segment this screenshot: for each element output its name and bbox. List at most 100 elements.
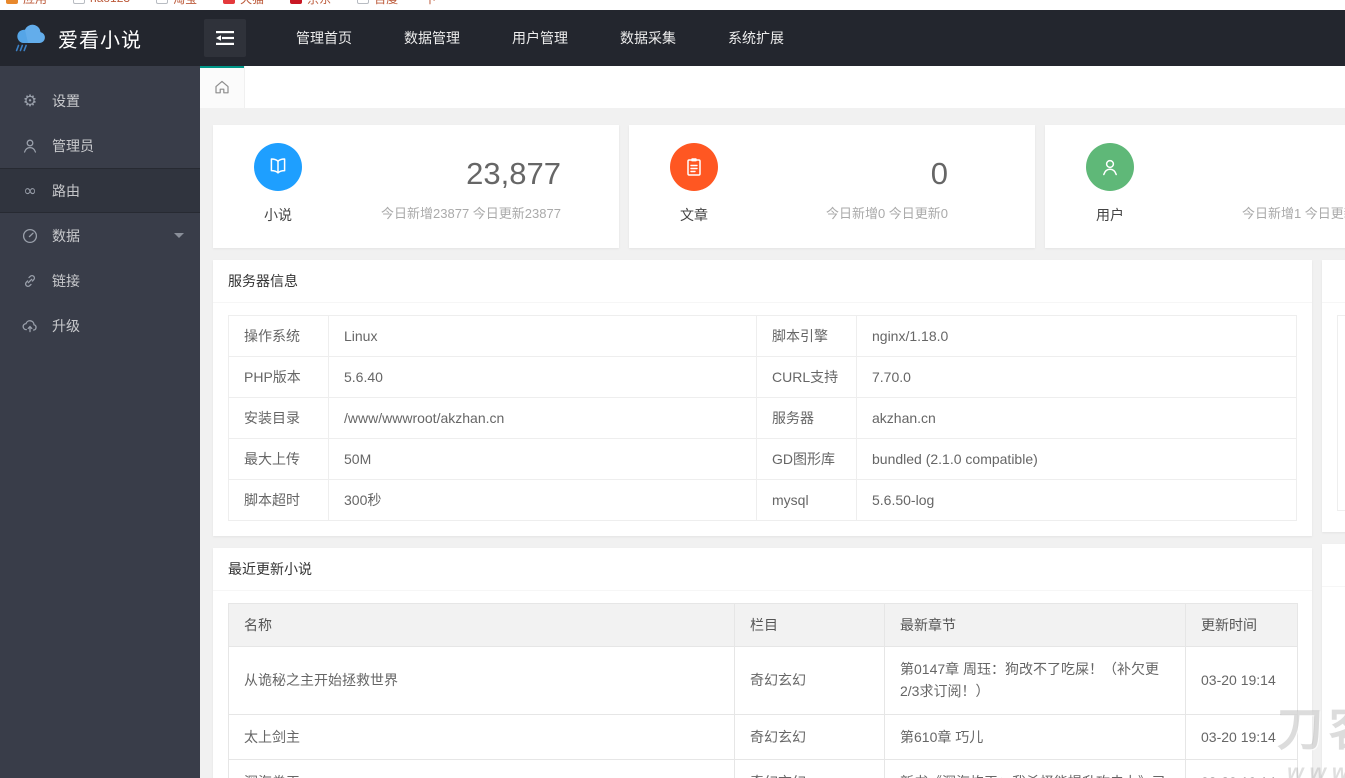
bookmark-label: 卞 [424,0,436,7]
bookmark-apps[interactable]: 应用 [6,0,47,7]
info-key: GD图形库 [756,438,857,480]
app-logo[interactable]: 爱看小说 [0,10,200,66]
sidebar-item-label: 路由 [52,182,80,199]
stat-value: 23,877 [466,155,561,191]
info-key: 安装目录 [228,397,329,439]
novel-name: 从诡秘之主开始拯救世界 [228,646,735,715]
novel-time: 03-20 19:14 [1185,713,1298,761]
bookmark-jd[interactable]: JD 京东 [290,0,331,7]
table-row: PHP版本 5.6.40 CURL支持 7.70.0 [228,356,1297,398]
stat-card-novels: 小说 23,877 今日新增23877 今日更新23877 [213,125,619,248]
info-key: 脚本超时 [228,479,329,521]
stat-label: 文章 [680,207,708,223]
info-value: akzhan.cn [856,397,1297,439]
table-row: 从诡秘之主开始拯救世界 奇幻玄幻 第0147章 周珏：狗改不了吃屎！（补欠更2/… [228,646,1298,715]
info-key: 脚本引擎 [756,315,857,357]
browser-bookmarks-bar: 应用 hao123 淘宝 天猫 JD 京东 百度 卞 [0,0,1345,10]
bookmark-label: 淘宝 [173,0,197,7]
sidebar-item-routes[interactable]: ∞ 路由 [0,168,200,213]
tab-bar [200,66,1345,108]
table-row: 最大上传 50M GD图形库 bundled (2.1.0 compatible… [228,438,1297,480]
novel-category: 奇幻玄幻 [734,646,885,715]
bookmark-label: 京东 [307,0,331,7]
table-row: 操作系统 Linux 脚本引擎 nginx/1.18.0 [228,315,1297,357]
info-value: nginx/1.18.0 [856,315,1297,357]
blank-favicon-icon [73,0,86,4]
gauge-icon [22,228,38,243]
infinity-icon: ∞ [23,181,37,200]
column-header-chapter: 最新章节 [884,603,1186,647]
novel-category: 奇幻玄幻 [734,759,885,778]
sidebar-item-label: 数据 [52,227,80,244]
info-key: 操作系统 [228,315,329,357]
panel-title: 最近更新小说 [213,548,1312,591]
panel-title: 服务器信息 [213,260,1312,303]
bookmark-baidu[interactable]: 百度 [357,0,398,7]
novel-name: 太上剑主 [228,713,735,761]
table-row: 太上剑主 奇幻玄幻 第610章 巧儿 03-20 19:14 [228,713,1298,761]
info-key: PHP版本 [228,356,329,398]
table-header-row: 名称 栏目 最新章节 更新时间 [228,603,1298,647]
sidebar-item-settings[interactable]: ⚙ 设置 [0,78,200,123]
sidebar-item-label: 升级 [52,317,80,334]
app-header: 爱看小说 管理首页 数据管理 用户管理 数据采集 系统扩展 [0,10,1345,66]
info-value: 5.6.50-log [856,479,1297,521]
info-value: 50M [328,438,757,480]
info-value: 5.6.40 [328,356,757,398]
top-nav: 管理首页 数据管理 用户管理 数据采集 系统扩展 [270,10,810,66]
nav-admin-home[interactable]: 管理首页 [270,10,378,66]
sidebar: ⚙ 设置 管理员 ∞ 路由 数据 链接 升级 [0,66,200,778]
nav-data-management[interactable]: 数据管理 [378,10,486,66]
sidebar-item-links[interactable]: 链接 [0,258,200,303]
jd-red-icon: JD [290,0,303,4]
stat-subtext: 今日新增23877 今日更新23877 [381,206,561,222]
novel-chapter: 第0147章 周珏：狗改不了吃屎！（补欠更2/3求订阅！） [884,646,1186,715]
tab-home[interactable] [200,66,245,108]
cloud-upload-icon [22,319,37,332]
stat-cards-row: 小说 23,877 今日新增23877 今日更新23877 文章 0 今日新增0… [213,125,1345,248]
right-panel-top [1322,260,1345,532]
stat-subtext: 今日新增1 今日更新1 [1241,206,1345,222]
blank-favicon-icon [156,0,169,4]
table-row: 深海拳王 奇幻玄幻 新书《深海炮王：我杀怪能提升攻击力》已 03-20 19:1… [228,759,1298,778]
bookmark-truncated[interactable]: 卞 [424,0,436,7]
sidebar-item-label: 链接 [52,272,80,289]
column-header-category: 栏目 [734,603,885,647]
tmall-red-icon [223,0,236,4]
bookmark-label: hao123 [90,0,130,5]
recent-novels-panel: 最近更新小说 名称 栏目 最新章节 更新时间 从诡秘之主开始拯救世界 奇幻玄幻 … [213,548,1312,778]
bookmark-tmall[interactable]: 天猫 [223,0,264,7]
bookmark-hao123[interactable]: hao123 [73,0,130,5]
info-value: bundled (2.1.0 compatible) [856,438,1297,480]
sidebar-item-label: 管理员 [52,137,94,154]
collapse-menu-icon[interactable] [204,19,246,57]
novel-category: 奇幻玄幻 [734,713,885,761]
main-area: 小说 23,877 今日新增23877 今日更新23877 文章 0 今日新增0… [200,66,1345,778]
column-header-time: 更新时间 [1185,603,1298,647]
stat-card-users: 用户 2 今日新增1 今日更新1 [1045,125,1345,248]
right-column [1322,260,1345,778]
rain-cloud-icon [15,24,45,52]
panel-title [1322,260,1345,303]
server-info-panel: 服务器信息 操作系统 Linux 脚本引擎 nginx/1.18.0 PHP版本… [213,260,1312,536]
info-value: /www/wwwroot/akzhan.cn [328,397,757,439]
sidebar-item-data[interactable]: 数据 [0,213,200,258]
user-icon [23,139,37,153]
chevron-down-icon [174,233,184,238]
bookmark-taobao[interactable]: 淘宝 [156,0,197,7]
table-placeholder [1337,315,1345,511]
novel-name: 深海拳王 [228,759,735,778]
blank-favicon-icon [357,0,370,4]
nav-system-extension[interactable]: 系统扩展 [702,10,810,66]
panel-title [1322,544,1345,587]
server-info-table: 操作系统 Linux 脚本引擎 nginx/1.18.0 PHP版本 5.6.4… [228,315,1297,521]
sidebar-item-admins[interactable]: 管理员 [0,123,200,168]
bookmark-label: 天猫 [240,0,264,7]
table-row: 脚本超时 300秒 mysql 5.6.50-log [228,479,1297,521]
book-icon [254,143,302,191]
info-key: 最大上传 [228,438,329,480]
nav-data-collection[interactable]: 数据采集 [594,10,702,66]
nav-user-management[interactable]: 用户管理 [486,10,594,66]
sidebar-item-upgrade[interactable]: 升级 [0,303,200,348]
person-icon [1086,143,1134,191]
